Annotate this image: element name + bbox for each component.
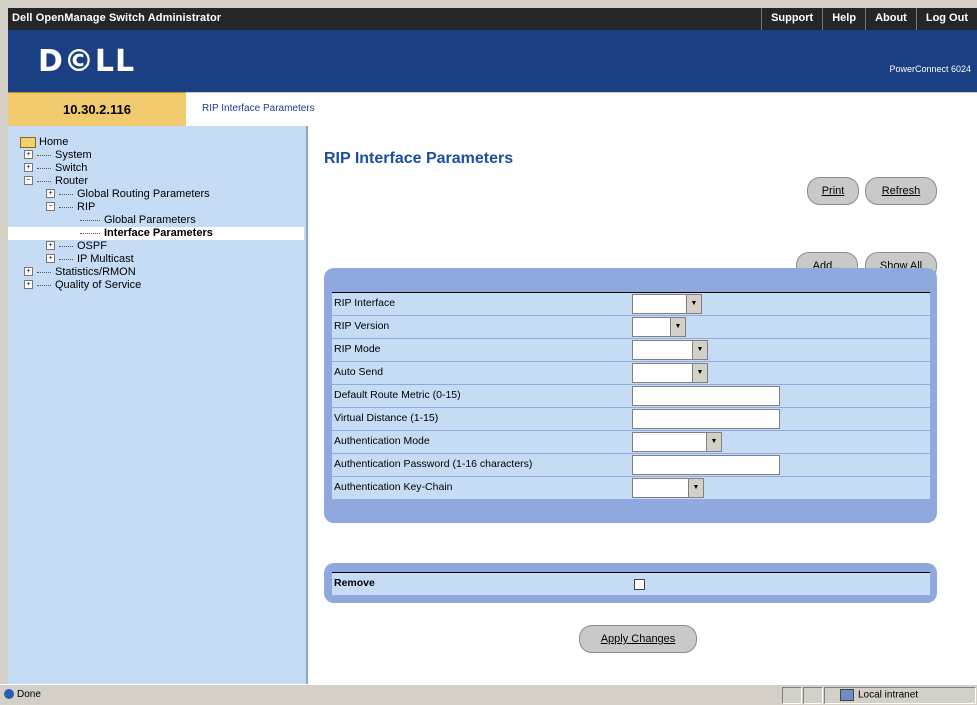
tree-item-router[interactable]: − Router (24, 175, 88, 188)
browser-page: Dell OpenManage Switch Administrator Sup… (8, 8, 977, 684)
refresh-button[interactable]: Refresh (865, 177, 937, 205)
row-auth-mode: Authentication Mode ▼ (332, 431, 930, 453)
logo-band: D©LL PowerConnect 6024 (8, 30, 977, 92)
status-done: Done (4, 689, 41, 700)
dropdown-arrow-icon: ▼ (692, 364, 707, 382)
app-title: Dell OpenManage Switch Administrator (12, 12, 222, 24)
tree-item-interface-parameters[interactable]: Interface Parameters (80, 227, 213, 240)
support-link[interactable]: Support (761, 8, 822, 30)
expand-icon[interactable]: + (24, 266, 33, 276)
tree-item-ip-multicast[interactable]: + IP Multicast (46, 253, 134, 266)
breadcrumb: RIP Interface Parameters (186, 92, 977, 127)
collapse-icon[interactable]: − (24, 175, 33, 185)
row-rip-version: RIP Version ▼ (332, 316, 930, 338)
auto-send-label: Auto Send (334, 366, 384, 378)
navigation-tree: Home + System + Switch − Router + Global Rou… (8, 126, 308, 684)
expand-icon[interactable]: + (24, 162, 33, 172)
page-title: RIP Interface Parameters (324, 150, 514, 167)
dropdown-arrow-icon: ▼ (670, 318, 685, 336)
rip-version-select[interactable]: ▼ (632, 317, 686, 337)
tree-item-global-parameters[interactable]: Global Parameters (80, 214, 196, 227)
auth-mode-label: Authentication Mode (334, 435, 430, 447)
dell-logo: D©LL (38, 44, 136, 79)
auth-password-label: Authentication Password (1-16 characters… (334, 458, 533, 470)
print-button[interactable]: Print (807, 177, 859, 205)
row-virtual-distance: Virtual Distance (1-15) (332, 408, 930, 430)
expand-icon[interactable]: + (46, 253, 55, 263)
tree-item-rip[interactable]: − RIP (46, 201, 95, 214)
log-out-link[interactable]: Log Out (915, 8, 977, 30)
remove-panel: Remove (324, 563, 937, 603)
remove-label: Remove (334, 577, 375, 589)
default-route-metric-input[interactable] (632, 386, 780, 406)
tree-item-switch[interactable]: + Switch (24, 162, 87, 175)
virtual-distance-input[interactable] (632, 409, 780, 429)
auth-mode-select[interactable]: ▼ (632, 432, 722, 452)
dropdown-arrow-icon: ▼ (692, 341, 707, 359)
tree-item-ospf[interactable]: + OSPF (46, 240, 107, 253)
zone-indicator: Local intranet (840, 689, 918, 701)
intranet-icon (840, 689, 854, 701)
expand-icon[interactable]: + (24, 149, 33, 159)
row-rip-interface: RIP Interface ▼ (332, 292, 930, 315)
auth-key-chain-label: Authentication Key-Chain (334, 481, 453, 493)
tree-item-system[interactable]: + System (24, 149, 92, 162)
row-auth-key-chain: Authentication Key-Chain ▼ (332, 477, 930, 499)
folder-icon (20, 136, 36, 148)
virtual-distance-label: Virtual Distance (1-15) (334, 412, 439, 424)
about-link[interactable]: About (865, 8, 916, 30)
status-pane (803, 687, 823, 704)
collapse-icon[interactable]: − (46, 201, 55, 211)
expand-icon[interactable]: + (24, 279, 33, 289)
row-default-route-metric: Default Route Metric (0-15) (332, 385, 930, 407)
expand-icon[interactable]: + (46, 188, 55, 198)
dropdown-arrow-icon: ▼ (706, 433, 721, 451)
row-rip-mode: RIP Mode ▼ (332, 339, 930, 361)
row-auth-password: Authentication Password (1-16 characters… (332, 454, 930, 476)
rip-mode-label: RIP Mode (334, 343, 381, 355)
main-content: RIP Interface Parameters Print Refresh A… (308, 126, 977, 684)
tree-item-home[interactable]: Home (20, 136, 68, 149)
ip-address: 10.30.2.116 (63, 102, 131, 117)
top-bar: Dell OpenManage Switch Administrator Sup… (8, 8, 977, 30)
rip-interface-label: RIP Interface (334, 297, 396, 309)
help-link[interactable]: Help (822, 8, 865, 30)
ie-page-icon (4, 689, 14, 700)
auth-key-chain-select[interactable]: ▼ (632, 478, 704, 498)
auth-password-input[interactable] (632, 455, 780, 475)
browser-status-bar: Done Local intranet (0, 684, 977, 705)
status-pane (782, 687, 802, 704)
tree-item-qos[interactable]: + Quality of Service (24, 279, 141, 292)
default-route-metric-label: Default Route Metric (0-15) (334, 389, 461, 401)
row-auto-send: Auto Send ▼ (332, 362, 930, 384)
dropdown-arrow-icon: ▼ (686, 295, 701, 313)
row-remove: Remove (332, 572, 930, 595)
rip-mode-select[interactable]: ▼ (632, 340, 708, 360)
ip-address-box: 10.30.2.116 (8, 92, 186, 127)
tree-item-global-routing[interactable]: + Global Routing Parameters (46, 188, 210, 201)
rip-version-label: RIP Version (334, 320, 390, 332)
dropdown-arrow-icon: ▼ (688, 479, 703, 497)
auto-send-select[interactable]: ▼ (632, 363, 708, 383)
top-links: Support Help About Log Out (761, 8, 977, 30)
parameters-panel: RIP Interface ▼ RIP Version ▼ RIP Mode ▼… (324, 268, 937, 523)
tree-item-statistics[interactable]: + Statistics/RMON (24, 266, 136, 279)
expand-icon[interactable]: + (46, 240, 55, 250)
breadcrumb-current: RIP Interface Parameters (202, 103, 315, 114)
rip-interface-select[interactable]: ▼ (632, 294, 702, 314)
model-name: PowerConnect 6024 (889, 64, 971, 74)
remove-checkbox[interactable] (634, 579, 645, 590)
apply-changes-button[interactable]: Apply Changes (579, 625, 697, 653)
